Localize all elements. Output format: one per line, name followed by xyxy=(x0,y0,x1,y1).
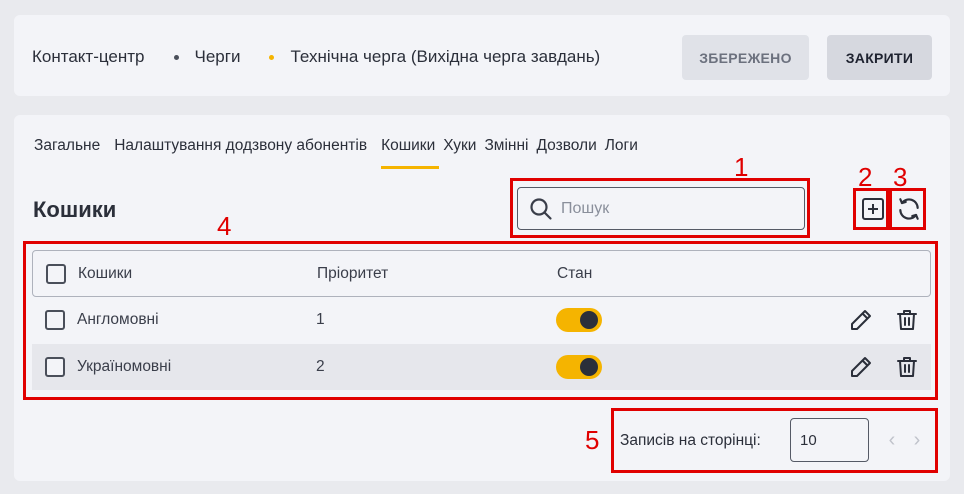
breadcrumb-separator-dot xyxy=(173,54,179,60)
annotation-number-3: 3 xyxy=(893,162,908,192)
tab-general[interactable]: Загальне xyxy=(34,137,104,169)
annotation-number-4: 4 xyxy=(217,211,232,241)
row-name: Англомовні xyxy=(77,311,159,328)
annotation-number-1: 1 xyxy=(734,152,749,182)
edit-button[interactable] xyxy=(848,354,874,380)
row-checkbox[interactable] xyxy=(45,310,65,330)
column-header-state[interactable]: Стан xyxy=(557,265,592,283)
annotation-number-5: 5 xyxy=(585,425,600,455)
breadcrumb-item-current-queue: Технічна черга (Вихідна черга завдань) xyxy=(290,47,601,66)
tab-hooks[interactable]: Хуки xyxy=(443,137,480,169)
pencil-icon xyxy=(851,357,871,377)
table-row[interactable]: Україномовні 2 xyxy=(32,344,931,390)
breadcrumb-separator-dot xyxy=(269,54,275,60)
tab-bar: Загальне Налаштування додзвону абонентів… xyxy=(34,137,646,169)
delete-button[interactable] xyxy=(894,307,920,333)
prev-page-button[interactable]: ‹ xyxy=(883,429,901,451)
state-toggle[interactable] xyxy=(556,355,602,379)
saved-button[interactable]: ЗБЕРЕЖЕНО xyxy=(682,35,809,80)
table-row[interactable]: Англомовні 1 xyxy=(32,297,931,343)
rows-per-page-label: Записів на сторінці: xyxy=(620,432,761,449)
chevron-right-icon: › xyxy=(913,428,921,451)
trash-icon xyxy=(897,357,917,377)
tab-dialing-settings[interactable]: Налаштування додзвону абонентів xyxy=(114,137,371,169)
delete-button[interactable] xyxy=(894,354,920,380)
state-toggle[interactable] xyxy=(556,308,602,332)
tab-logs[interactable]: Логи xyxy=(605,137,642,169)
column-header-buckets[interactable]: Кошики xyxy=(78,265,132,283)
rows-per-page-input[interactable] xyxy=(790,418,869,462)
section-title: Кошики xyxy=(33,197,117,222)
refresh-icon xyxy=(899,198,919,220)
edit-button[interactable] xyxy=(848,307,874,333)
column-header-priority[interactable]: Пріоритет xyxy=(317,265,388,283)
search-field[interactable] xyxy=(517,187,805,230)
tab-buckets[interactable]: Кошики xyxy=(381,137,440,169)
close-button[interactable]: ЗАКРИТИ xyxy=(827,35,932,80)
row-priority: 1 xyxy=(316,311,325,328)
breadcrumb: Контакт-центр Черги Технічна черга (Вихі… xyxy=(32,47,600,67)
row-name: Україномовні xyxy=(77,358,172,375)
refresh-button[interactable] xyxy=(895,195,923,223)
row-checkbox[interactable] xyxy=(45,357,65,377)
select-all-checkbox[interactable] xyxy=(46,263,66,284)
toggle-knob xyxy=(580,311,598,329)
trash-icon xyxy=(897,310,917,330)
chevron-left-icon: ‹ xyxy=(888,428,896,451)
tab-permissions[interactable]: Дозволи xyxy=(536,137,600,169)
next-page-button[interactable]: › xyxy=(908,429,926,451)
search-icon xyxy=(530,197,552,220)
header-bar: Контакт-центр Черги Технічна черга (Вихі… xyxy=(14,15,950,96)
pencil-icon xyxy=(851,310,871,330)
tab-variables[interactable]: Змінні xyxy=(484,137,532,169)
plus-square-icon xyxy=(862,198,884,220)
breadcrumb-item-contact-center[interactable]: Контакт-центр xyxy=(32,47,145,67)
main-panel: Загальне Налаштування додзвону абонентів… xyxy=(14,115,950,481)
search-input[interactable] xyxy=(561,199,781,218)
annotation-number-2: 2 xyxy=(858,162,873,192)
table-header: Кошики Пріоритет Стан xyxy=(32,250,931,297)
add-bucket-button[interactable] xyxy=(859,195,887,223)
toggle-knob xyxy=(580,358,598,376)
row-priority: 2 xyxy=(316,358,325,375)
breadcrumb-item-queues[interactable]: Черги xyxy=(195,47,241,67)
